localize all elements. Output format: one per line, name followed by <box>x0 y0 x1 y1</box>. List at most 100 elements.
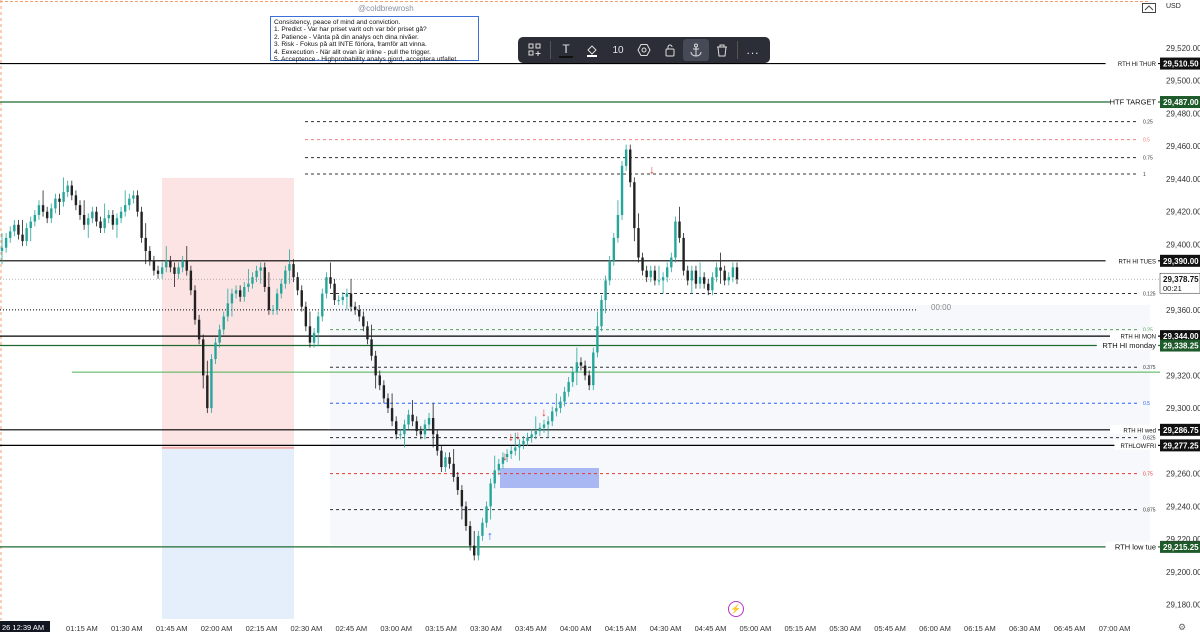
fib-level-label: 0.25 <box>1143 120 1153 126</box>
candle-body <box>33 214 37 222</box>
candle-body <box>29 221 32 229</box>
toolbar-divider <box>550 41 551 59</box>
axis-settings-icon: ⚙ <box>1178 622 1186 632</box>
candle-body <box>653 270 657 281</box>
candle-body <box>17 224 20 235</box>
candle-body <box>271 309 275 311</box>
x-tick-label: 04:00 AM <box>560 624 592 632</box>
price-tag-label: 29,277.25 <box>1163 441 1199 450</box>
price-chart[interactable]: 0.250.50.7510.1250.250.3750.50.6250.750.… <box>0 0 1200 632</box>
candle-body <box>567 381 570 392</box>
key-level-name: RTH HI MON <box>1120 335 1156 341</box>
candle-body <box>596 326 599 353</box>
candle-body <box>70 185 74 196</box>
text-tool-icon[interactable]: T <box>553 39 579 61</box>
y-tick-label: 29,420.00 <box>1166 208 1200 217</box>
candle-body <box>551 411 554 422</box>
candle-body <box>382 385 386 399</box>
candle-body <box>641 257 644 271</box>
price-tag-label: 29,338.25 <box>1163 342 1199 351</box>
candle-body <box>308 326 312 343</box>
x-tick-label: 02:15 AM <box>246 624 278 632</box>
candle-body <box>411 414 414 422</box>
candle-body <box>448 457 451 464</box>
candle-body <box>394 421 398 435</box>
key-level-name: RTH low tue <box>1115 542 1156 551</box>
candle-body <box>132 195 135 199</box>
text-tool-label: T <box>559 42 573 58</box>
top-dashed-border <box>0 1 1148 2</box>
candle-body <box>337 300 340 302</box>
y-tick-label: 29,520.00 <box>1166 44 1200 53</box>
candle-body <box>251 277 254 284</box>
candle-body <box>436 434 439 451</box>
candle-body <box>563 391 566 402</box>
y-tick-label: 29,460.00 <box>1166 142 1200 151</box>
candle-body <box>583 365 587 376</box>
trash-icon[interactable] <box>709 39 735 61</box>
candle-body <box>173 267 176 274</box>
x-tick-label: 01:15 AM <box>66 624 98 632</box>
fib-level-label: 0.5 <box>1143 138 1150 144</box>
candle-body <box>587 375 591 386</box>
blue-zone <box>162 449 294 619</box>
anchor-icon[interactable] <box>683 39 709 61</box>
candle-body <box>633 182 636 229</box>
price-tag-label: 29,390.00 <box>1163 257 1199 266</box>
chart-stage[interactable]: 0.25 0.5 0.75 1 0.125 0.25 0.375 0.5 0.625 0.75 0.… <box>0 0 1200 632</box>
currency-label[interactable]: USD <box>1166 3 1181 10</box>
x-tick-label: 03:00 AM <box>380 624 412 632</box>
candle-body <box>386 398 390 409</box>
y-tick-label: 29,400.00 <box>1166 240 1200 249</box>
candle-body <box>571 372 574 382</box>
x-tick-label: 02:30 AM <box>291 624 323 632</box>
candle-body <box>82 214 86 225</box>
lock-icon[interactable] <box>657 39 683 61</box>
x-tick-label: 02:00 AM <box>201 624 233 632</box>
candle-body <box>230 293 234 304</box>
candle-body <box>189 270 193 291</box>
candle-body <box>259 267 262 271</box>
candle-body <box>300 290 303 307</box>
candle-body <box>366 326 369 340</box>
candle-body <box>111 214 115 225</box>
y-tick-label: 29,240.00 <box>1166 502 1200 511</box>
y-tick-label: 29,220.00 <box>1166 535 1200 544</box>
more-icon[interactable]: ... <box>740 39 766 61</box>
candle-body <box>238 290 242 297</box>
price-tag-label: 29,510.50 <box>1163 60 1199 69</box>
candle-body <box>78 205 82 215</box>
candle-body <box>464 506 468 527</box>
trading-rules-note[interactable]: Consistency, peace of mind and convictio… <box>270 16 479 63</box>
note-line: Consistency, peace of mind and convictio… <box>274 19 401 26</box>
day-flag-label: 26 12:39 AM <box>2 623 44 632</box>
candle-body <box>74 195 78 206</box>
settings-hex-icon[interactable] <box>631 39 657 61</box>
x-tick-label: 04:15 AM <box>605 624 637 632</box>
bar-countdown: 00:00 <box>931 303 952 312</box>
candle-body <box>444 457 447 468</box>
candle-body <box>592 352 595 386</box>
x-tick-label: 01:45 AM <box>156 624 188 632</box>
candle-body <box>427 417 431 425</box>
line-width-value[interactable]: 10 <box>605 39 631 61</box>
candle-body <box>185 260 188 271</box>
note-line: 1. Predict - Var har priset varit och va… <box>274 26 427 34</box>
candle-body <box>698 277 702 284</box>
candle-body <box>514 447 517 451</box>
candle-body <box>296 277 299 291</box>
lightning-icon[interactable]: ⚡ <box>728 601 744 617</box>
scale-toggle-icon[interactable] <box>1142 0 1156 13</box>
y-tick-label: 29,320.00 <box>1166 371 1200 380</box>
candle-body <box>345 293 349 297</box>
candle-body <box>304 306 308 327</box>
last-price-label: 29,378.75 <box>1163 275 1199 284</box>
candle-body <box>629 149 632 183</box>
y-tick-label: 29,440.00 <box>1166 175 1200 184</box>
fill-bucket-icon[interactable] <box>579 39 605 61</box>
x-tick-label: 06:15 AM <box>964 624 996 632</box>
grid-plus-icon[interactable] <box>522 39 548 61</box>
candle-body <box>608 260 611 281</box>
x-tick-label: 05:30 AM <box>829 624 861 632</box>
candle-body <box>485 506 488 523</box>
